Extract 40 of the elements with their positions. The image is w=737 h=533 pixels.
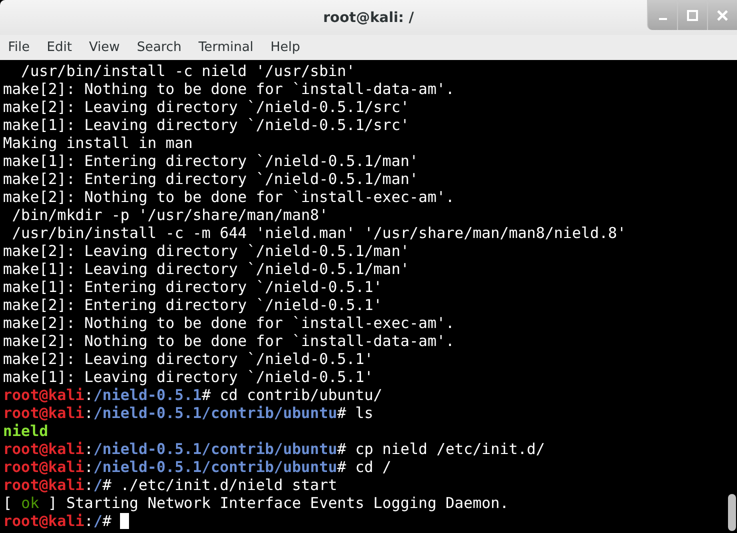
close-icon bbox=[717, 10, 728, 20]
terminal-line: Making install in man bbox=[3, 134, 193, 152]
terminal-line: make[2]: Nothing to be done for `install-data-am'. bbox=[3, 80, 455, 98]
terminal-line: make[2]: Leaving directory `/nield-0.5.1/man' bbox=[3, 242, 410, 260]
menu-item[interactable]: View bbox=[82, 40, 127, 55]
scrollbar-thumb[interactable] bbox=[728, 494, 736, 531]
terminal-line: [ ok ] Starting Network Interface Events Logging Daemon. bbox=[3, 494, 509, 512]
terminal-line: root@kali:/# ./etc/init.d/nield start bbox=[3, 476, 338, 494]
terminal-line: make[1]: Leaving directory `/nield-0.5.1' bbox=[3, 368, 374, 386]
terminal-line: make[2]: Leaving directory `/nield-0.5.1/src' bbox=[3, 98, 410, 116]
terminal-line: nield bbox=[3, 422, 48, 440]
terminal-line: make[2]: Entering directory `/nield-0.5.1/man' bbox=[3, 170, 418, 188]
terminal-line: make[1]: Entering directory `/nield-0.5.1/man' bbox=[3, 152, 418, 170]
terminal-line: make[1]: Leaving directory `/nield-0.5.1/man' bbox=[3, 260, 410, 278]
terminal-line: root@kali:/nield-0.5.1/contrib/ubuntu# cp nield /etc/init.d/ bbox=[3, 440, 545, 458]
terminal-line: make[2]: Entering directory `/nield-0.5.1' bbox=[3, 296, 382, 314]
terminal-line: make[2]: Nothing to be done for `install-exec-am'. bbox=[3, 314, 455, 332]
terminal-line: make[1]: Entering directory `/nield-0.5.1' bbox=[3, 278, 382, 296]
terminal-line: root@kali:/# bbox=[3, 512, 112, 530]
terminal-line: /bin/mkdir -p '/usr/share/man/man8' bbox=[11, 206, 328, 224]
maximize-button[interactable] bbox=[677, 0, 707, 30]
terminal-line: make[2]: Nothing to be done for `install-exec-am'. bbox=[3, 188, 455, 206]
terminal-line: root@kali:/nield-0.5.1/contrib/ubuntu# cd / bbox=[3, 458, 392, 476]
menu-item[interactable]: Help bbox=[263, 40, 308, 55]
minimize-button[interactable] bbox=[647, 0, 677, 30]
terminal-line: make[1]: Leaving directory `/nield-0.5.1/src' bbox=[3, 116, 410, 134]
terminal-line: make[2]: Leaving directory `/nield-0.5.1' bbox=[3, 350, 374, 368]
terminal-line: root@kali:/nield-0.5.1/contrib/ubuntu# ls bbox=[3, 404, 374, 422]
close-button[interactable] bbox=[707, 0, 737, 30]
minimize-icon bbox=[658, 18, 666, 20]
menu-item[interactable]: Search bbox=[130, 40, 188, 55]
maximize-icon bbox=[687, 10, 698, 20]
menu-item[interactable]: File bbox=[1, 40, 37, 55]
terminal-line: /usr/bin/install -c -m 644 'nield.man' '/usr/share/man/man8/nield.8' bbox=[11, 224, 626, 242]
terminal-line: root@kali:/nield-0.5.1# cd contrib/ubuntu/ bbox=[3, 386, 382, 404]
terminal-line: /usr/bin/install -c nield '/usr/sbin' bbox=[20, 62, 356, 80]
terminal-line: make[2]: Nothing to be done for `install-data-am'. bbox=[3, 332, 455, 350]
window-title: root@kali: / bbox=[323, 10, 414, 26]
menu-item[interactable]: Terminal bbox=[191, 40, 260, 55]
menu-item[interactable]: Edit bbox=[40, 40, 79, 55]
